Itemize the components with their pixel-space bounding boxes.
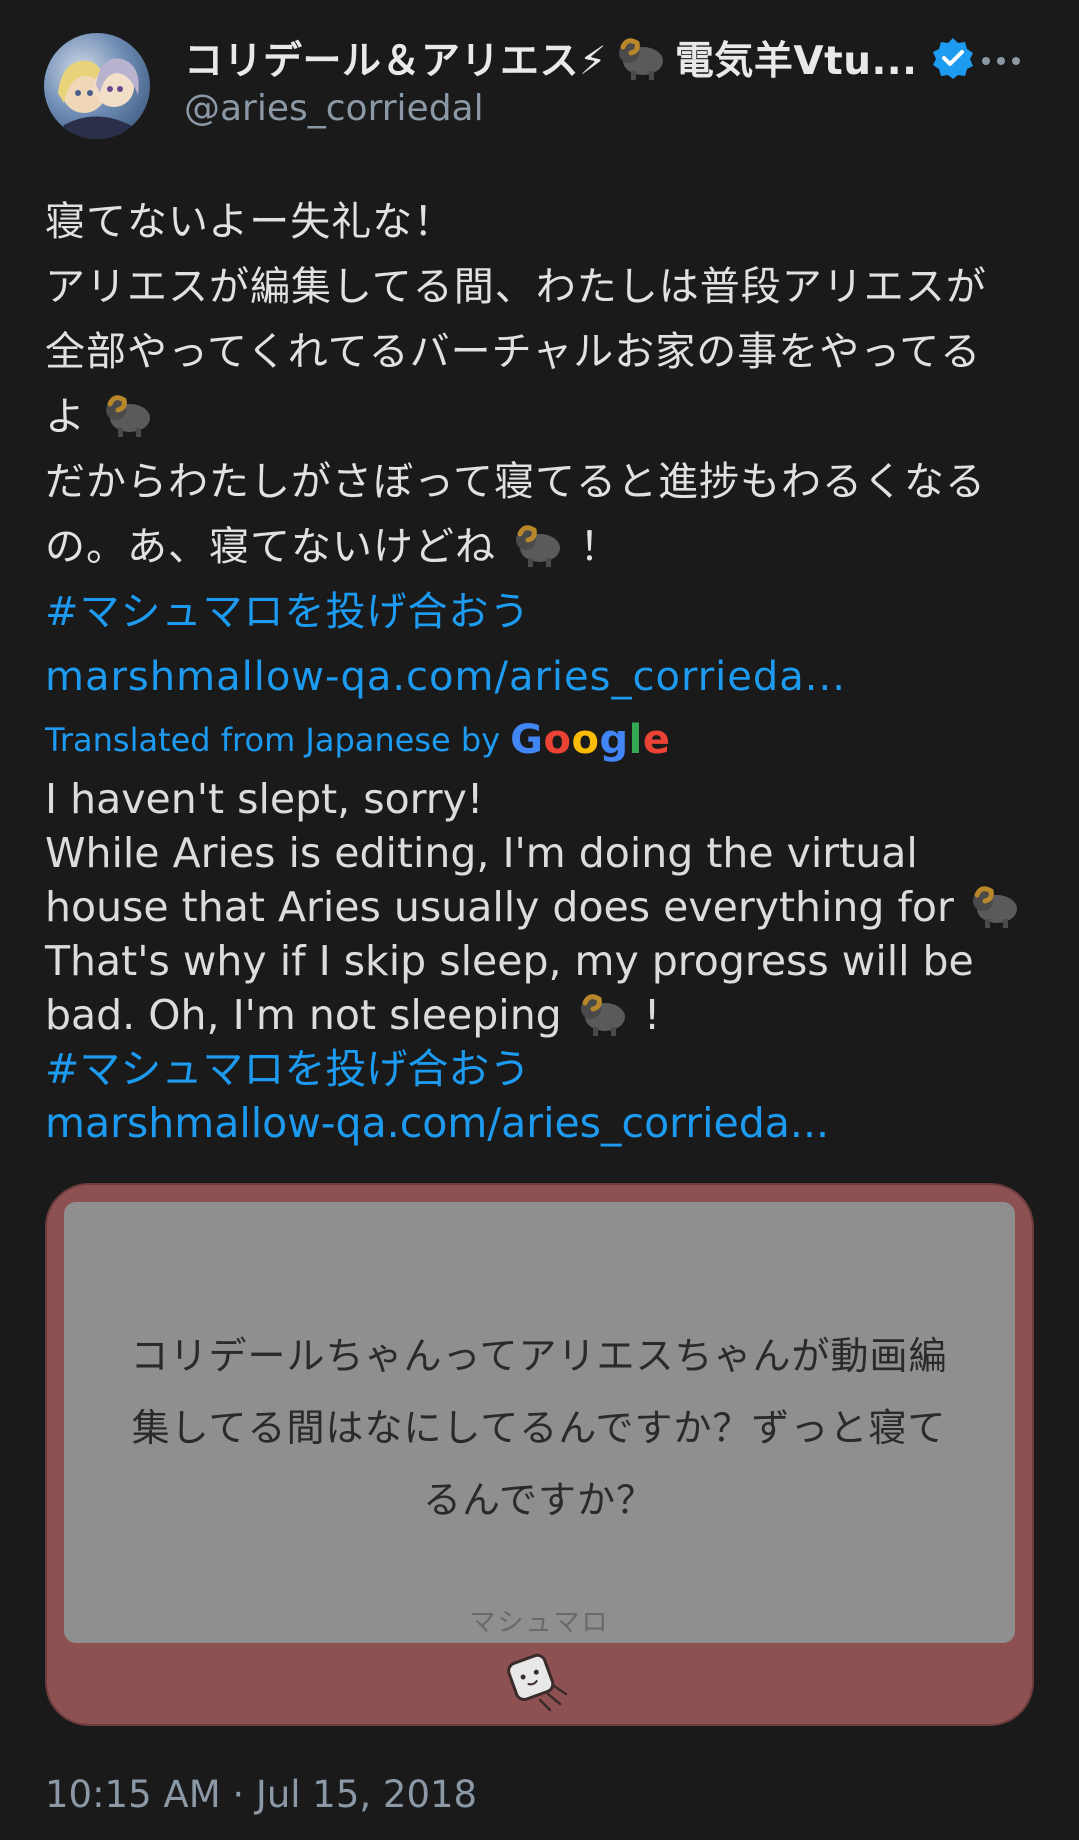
- sheep-emoji-icon: [972, 886, 1017, 928]
- google-letter: g: [599, 717, 629, 763]
- tweet-view: コリデール＆アリエス⚡ 電気羊Vtu... @aries_corriedal 寝…: [0, 0, 1079, 1840]
- translated-by-label[interactable]: Translated from Japanese by Google: [45, 717, 670, 763]
- tweet-line: の。あ、寝てないけどね: [45, 524, 496, 570]
- card-question-text: コリデールちゃんってアリエスちゃんが動画編 集してる間はなにしてるんですか？ずっ…: [124, 1320, 954, 1536]
- verified-badge-icon: [933, 38, 974, 79]
- google-letter: G: [510, 717, 544, 763]
- hashtag-link[interactable]: #マシュマロを投げ合おう: [45, 1042, 1035, 1096]
- marshmallow-icon: [507, 1653, 568, 1712]
- card-question-line: コリデールちゃんってアリエスちゃんが動画編: [130, 1334, 948, 1378]
- display-name-suffix[interactable]: 電気羊Vtu...: [675, 30, 918, 86]
- google-letter: o: [571, 717, 600, 763]
- card-question-line: るんですか？: [422, 1478, 656, 1522]
- translated-line: !: [643, 991, 661, 1039]
- card-question-line: 集してる間はなにしてるんですか？ずっと寝て: [131, 1406, 947, 1450]
- translated-line-with-emoji: house that Aries usually does everything…: [45, 880, 1035, 934]
- translated-line: That's why if I skip sleep, my progress …: [45, 937, 974, 985]
- google-letter: l: [628, 717, 643, 763]
- sheep-emoji-icon: [105, 395, 150, 437]
- translation-label-text: Translated from Japanese by: [45, 721, 501, 759]
- tweet-line: だからわたしがさぼって寝てると進捗もわるくなる: [45, 459, 986, 505]
- tweet-line: よ: [45, 394, 86, 440]
- google-letter: e: [642, 717, 671, 763]
- translated-line: bad. Oh, I'm not sleeping: [45, 991, 562, 1039]
- tweet-line: 寝てないよー失礼な！: [45, 199, 455, 245]
- google-letter: o: [543, 717, 572, 763]
- tweet-text-translated: I haven't slept, sorry! While Aries is e…: [45, 772, 1035, 1150]
- more-horizontal-icon[interactable]: [971, 38, 1031, 84]
- author-handle[interactable]: @aries_corriedal: [184, 88, 484, 129]
- translated-line-with-emoji: bad. Oh, I'm not sleeping !: [45, 988, 1035, 1042]
- card-question-box: コリデールちゃんってアリエスちゃんが動画編 集してる間はなにしてるんですか？ずっ…: [64, 1202, 1015, 1643]
- marshmallow-link[interactable]: marshmallow-qa.com/aries_corrieda...: [45, 645, 1035, 710]
- tweet-line: アリエスが編集してる間、わたしは普段アリエスが: [45, 264, 987, 310]
- tweet-line: 全部やってくれてるバーチャルお家の事をやってる: [45, 329, 982, 375]
- card-brand: マシュマロ: [469, 1608, 610, 1638]
- google-logo: Google: [510, 717, 670, 763]
- translated-line: house that Aries usually does everything…: [45, 883, 954, 931]
- author-name-row[interactable]: コリデール＆アリエス⚡ 電気羊Vtu...: [184, 30, 975, 86]
- translated-line: I haven't slept, sorry!: [45, 775, 484, 823]
- hashtag-link[interactable]: #マシュマロを投げ合おう: [45, 580, 1035, 645]
- sheep-emoji-icon: [580, 994, 625, 1036]
- tweet-line: ！: [579, 524, 621, 570]
- tweet-line-with-emoji: の。あ、寝てないけどね ！: [45, 515, 1035, 580]
- tweet-text-japanese: 寝てないよー失礼な！ アリエスが編集してる間、わたしは普段アリエスが 全部やって…: [45, 190, 1035, 710]
- marshmallow-card-image[interactable]: コリデールちゃんってアリエスちゃんが動画編 集してる間はなにしてるんですか？ずっ…: [45, 1183, 1034, 1726]
- translated-line: While Aries is editing, I'm doing the vi…: [45, 829, 918, 877]
- sheep-emoji-icon: [515, 525, 560, 567]
- display-name[interactable]: コリデール＆アリエス⚡: [184, 30, 607, 86]
- marshmallow-link[interactable]: marshmallow-qa.com/aries_corrieda...: [45, 1096, 1035, 1150]
- avatar[interactable]: [44, 33, 150, 139]
- tweet-timestamp[interactable]: 10:15 AM · Jul 15, 2018: [45, 1773, 477, 1816]
- tweet-line-with-emoji: よ: [45, 385, 1035, 450]
- sheep-emoji-icon: [618, 38, 663, 80]
